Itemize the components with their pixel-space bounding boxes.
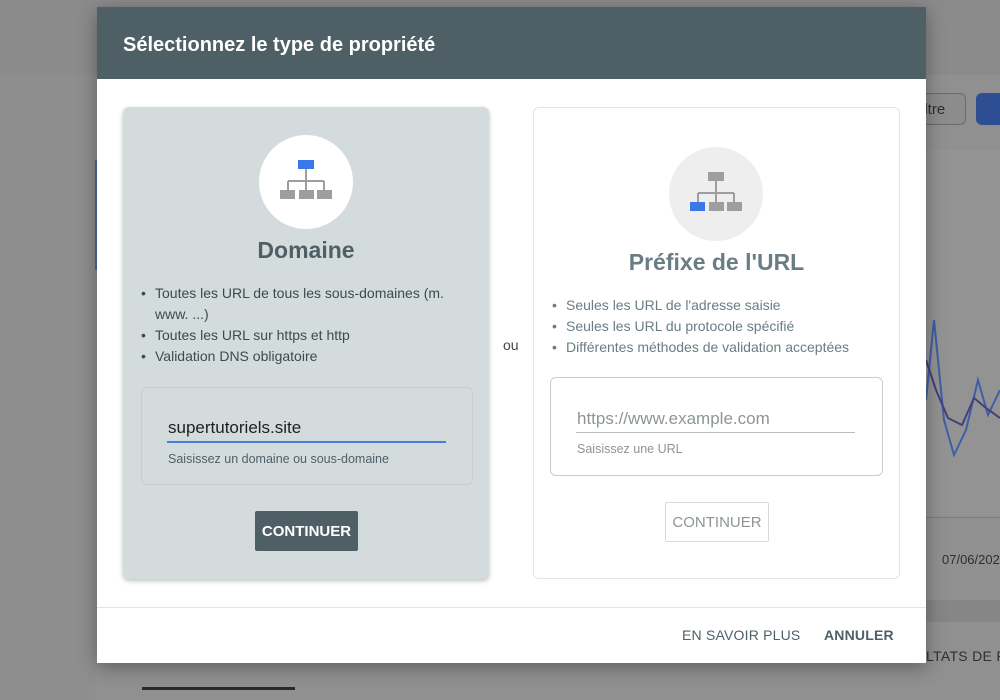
property-type-dialog: Sélectionnez le type de propriété Domain…: [97, 7, 926, 663]
list-item: Validation DNS obligatoire: [138, 346, 473, 367]
sitemap-icon: [280, 160, 332, 199]
url-input[interactable]: [576, 405, 855, 433]
learn-more-button[interactable]: EN SAVOIR PLUS: [682, 627, 800, 643]
background-date-label: 07/06/202: [942, 552, 1000, 567]
dialog-header: Sélectionnez le type de propriété: [97, 7, 926, 79]
sitemap-icon: [690, 172, 742, 211]
background-chart: [926, 319, 1000, 458]
url-field-box: Saisissez une URL: [550, 377, 883, 476]
background-band: [926, 600, 1000, 622]
domain-input[interactable]: [167, 415, 446, 443]
dialog-title: Sélectionnez le type de propriété: [123, 34, 436, 56]
list-item: Différentes méthodes de validation accep…: [549, 337, 884, 358]
domain-field-box: Saisissez un domaine ou sous-domaine: [141, 387, 473, 485]
url-prefix-continue-button[interactable]: CONTINUER: [665, 502, 769, 542]
list-item: Seules les URL du protocole spécifié: [549, 316, 884, 337]
background-results-label: LTATS DE RE: [926, 648, 1000, 664]
domain-icon-circle: [259, 135, 353, 229]
background-chart-axis: [926, 517, 1000, 518]
list-item: Toutes les URL sur https et http: [138, 325, 473, 346]
url-prefix-feature-list: Seules les URL de l'adresse saisie Seule…: [549, 295, 884, 358]
url-prefix-icon-circle: [669, 147, 763, 241]
url-prefix-card-title: Préfixe de l'URL: [628, 249, 805, 275]
domain-card-title: Domaine: [257, 237, 355, 263]
background-tab-underline: [142, 687, 295, 690]
footer-divider: [97, 607, 926, 608]
list-item: Seules les URL de l'adresse saisie: [549, 295, 884, 316]
cancel-button[interactable]: ANNULER: [824, 627, 894, 643]
background-chart-line-blue: [926, 319, 1000, 458]
domain-input-help: Saisissez un domaine ou sous-domaine: [168, 452, 389, 466]
background-filter-icon-button: [976, 93, 1000, 125]
domain-feature-list: Toutes les URL de tous les sous-domaines…: [138, 283, 473, 367]
domain-continue-button[interactable]: CONTINUER: [255, 511, 358, 551]
list-item: Toutes les URL de tous les sous-domaines…: [138, 283, 473, 325]
url-input-help: Saisissez une URL: [577, 442, 683, 456]
url-prefix-card[interactable]: Préfixe de l'URL Seules les URL de l'adr…: [533, 107, 900, 579]
or-separator: ou: [503, 337, 519, 353]
domain-card[interactable]: Domaine Toutes les URL de tous les sous-…: [123, 107, 489, 579]
